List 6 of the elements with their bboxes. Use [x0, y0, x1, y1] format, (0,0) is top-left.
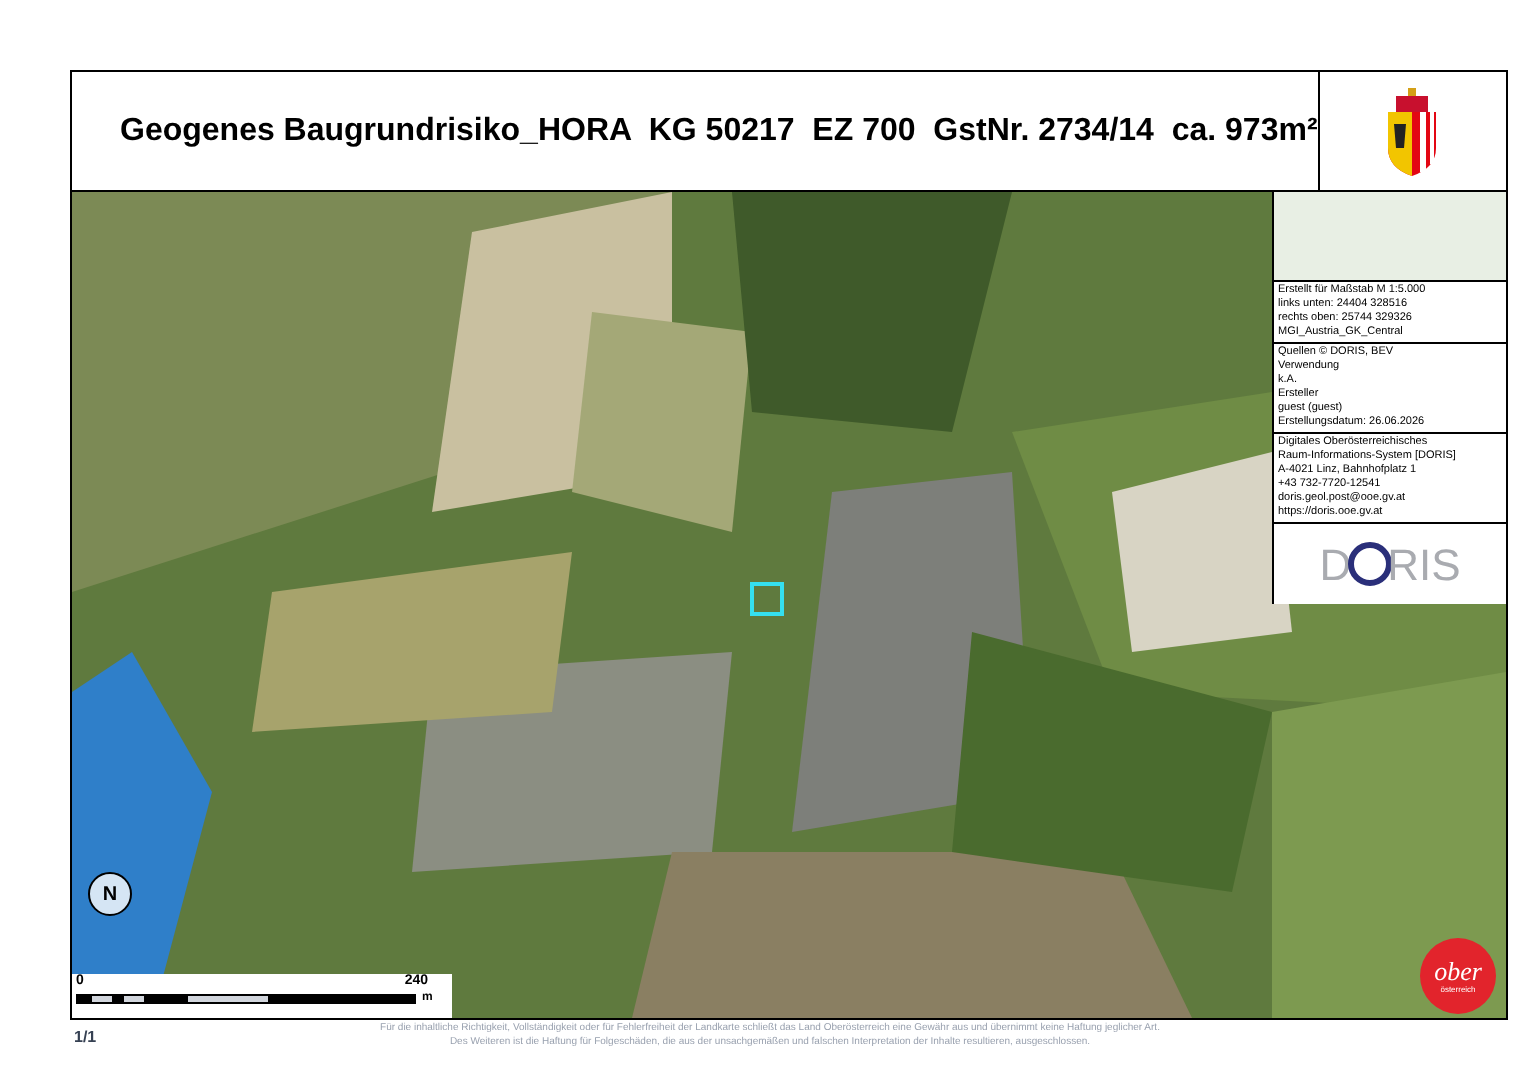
map-title: Geogenes Baugrundrisiko_HORA KG 50217 EZ 700 GstNr. 2734/14 ca. 973m²	[120, 111, 1318, 151]
coat-of-arms-icon	[1384, 87, 1441, 175]
north-arrow: N	[102, 881, 118, 909]
doris-logo: D RIS	[1317, 537, 1463, 593]
page-number: 1/1	[74, 1026, 97, 1050]
parcel-highlight	[750, 582, 784, 616]
